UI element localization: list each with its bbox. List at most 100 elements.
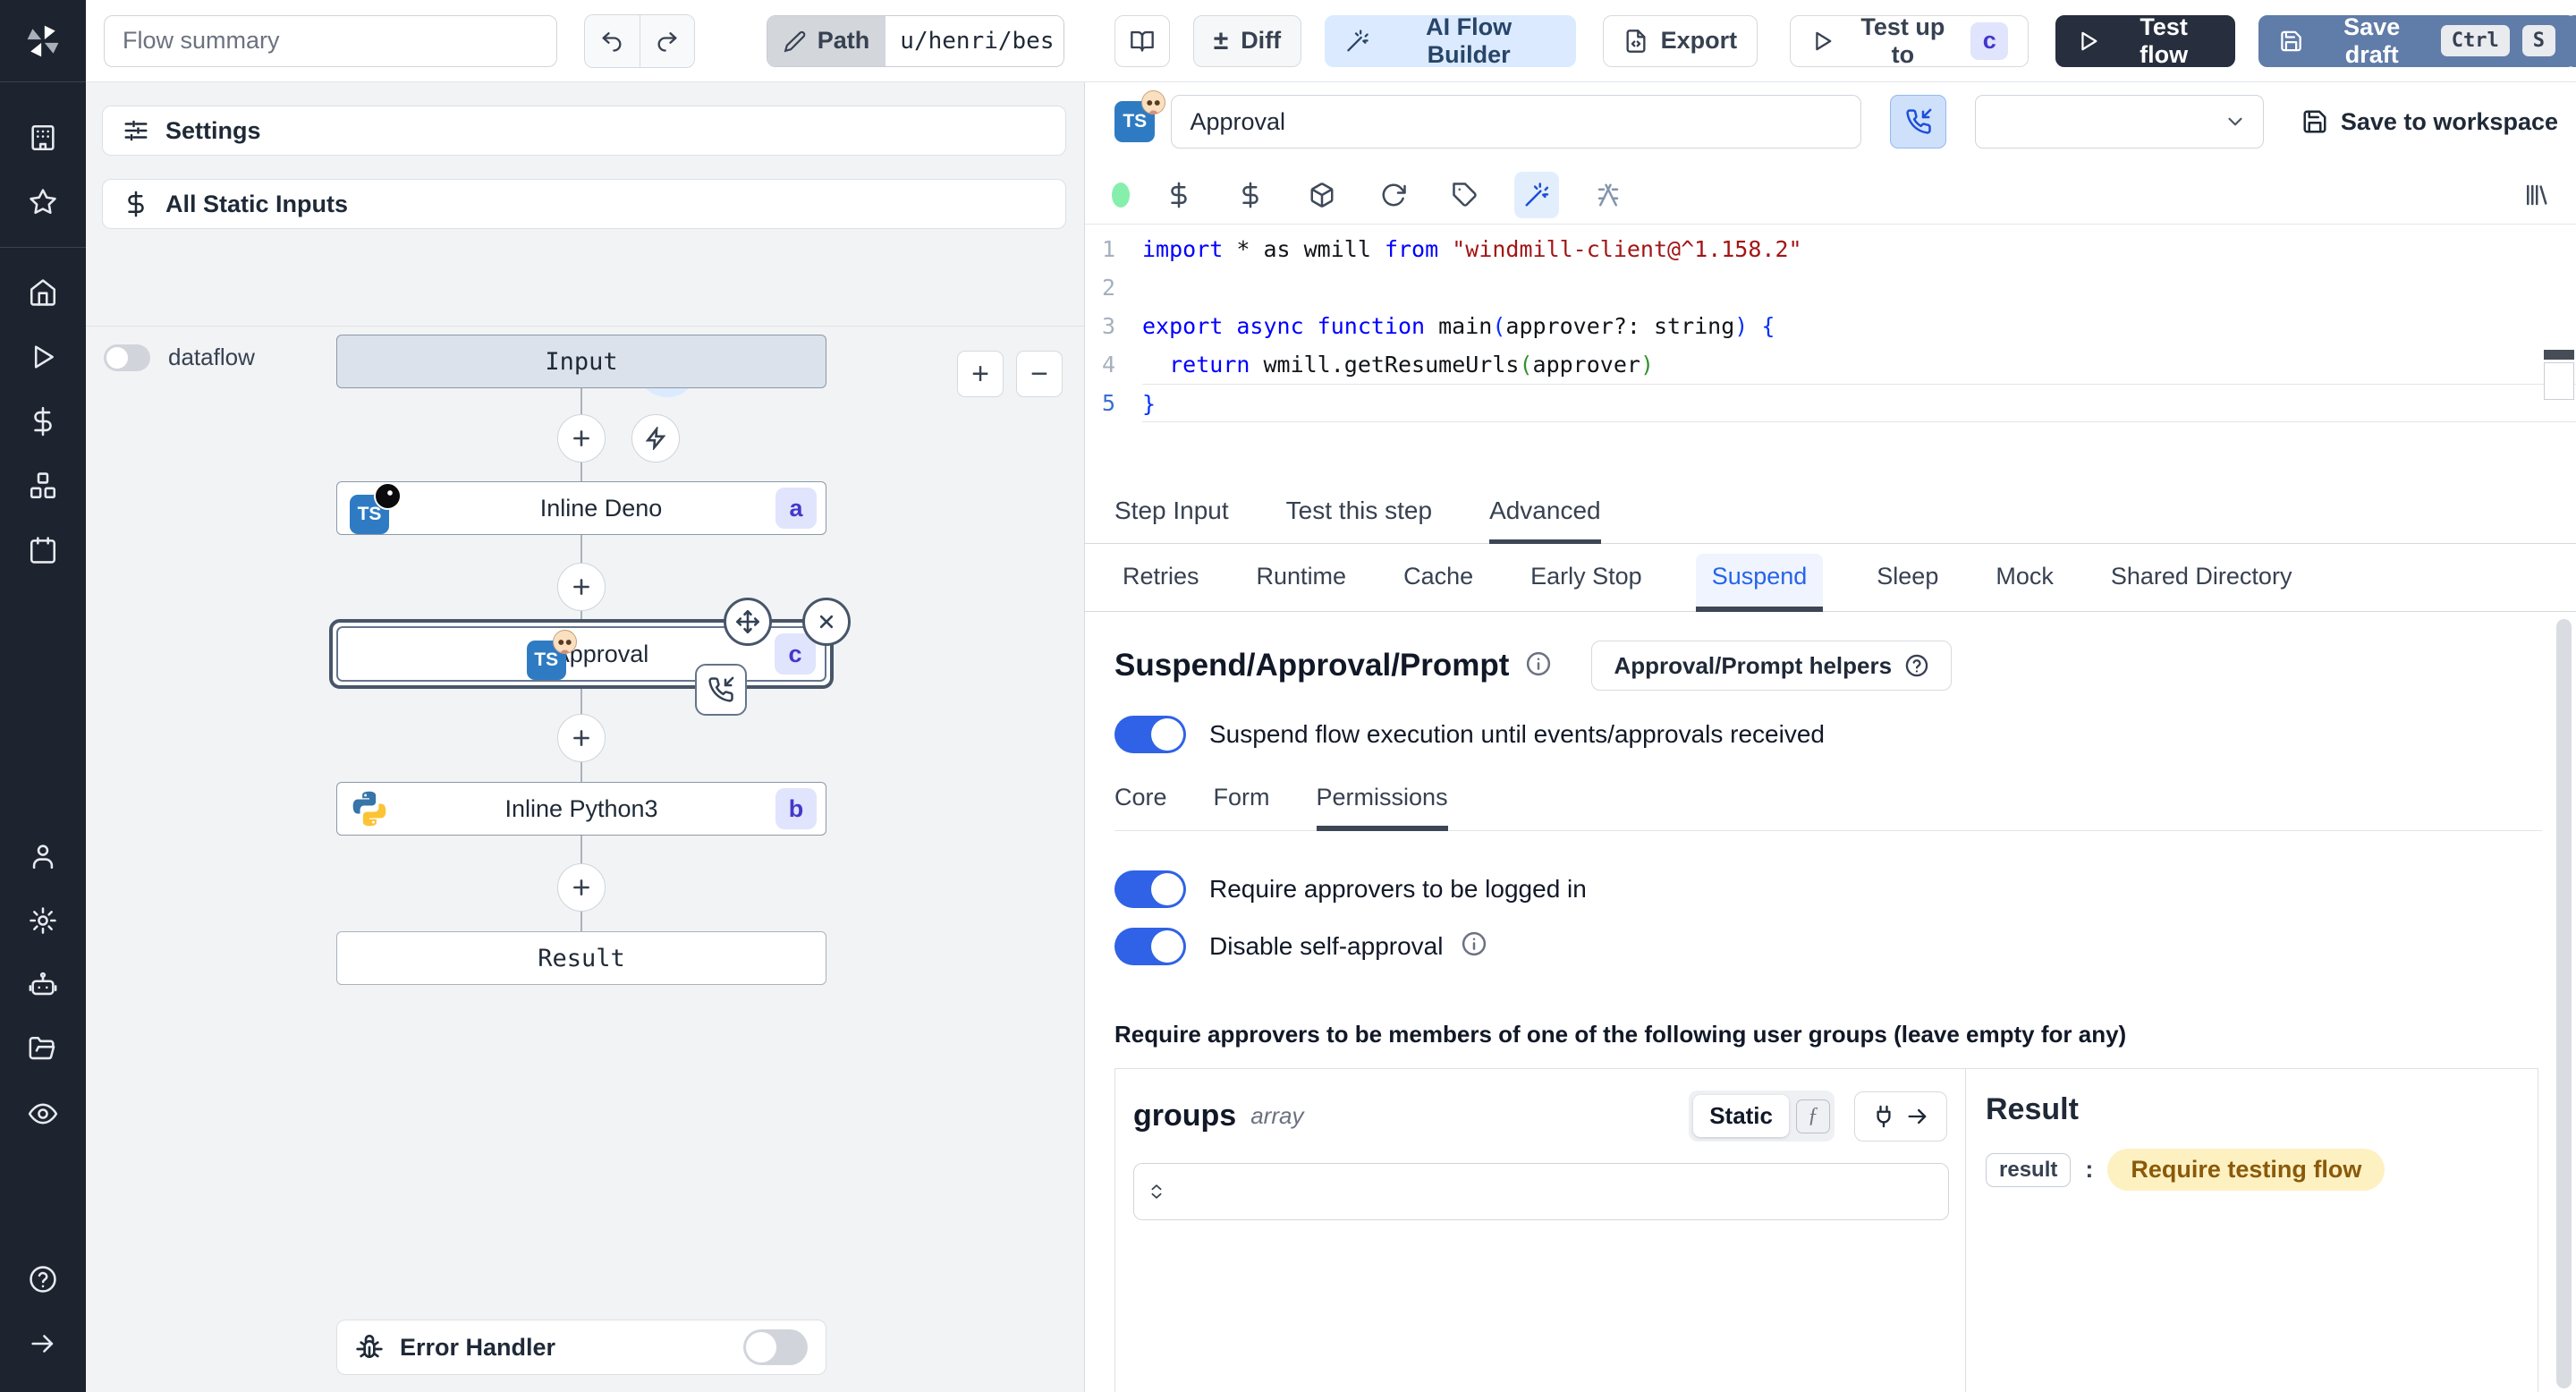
tab-form[interactable]: Form (1214, 784, 1270, 831)
dataflow-toggle[interactable] (104, 344, 150, 371)
zoom-in-button[interactable]: + (957, 351, 1004, 397)
add-step-button-3[interactable] (557, 714, 606, 762)
tab-test-this-step[interactable]: Test this step (1286, 497, 1432, 544)
flow-settings-button[interactable]: Settings (102, 106, 1066, 156)
plus-glyph: + (971, 356, 989, 391)
tab-permissions[interactable]: Permissions (1316, 784, 1448, 831)
panel-scrollbar[interactable] (2556, 619, 2572, 1388)
code-line[interactable]: 4 return wmill.getResumeUrls(approver) (1085, 345, 2576, 384)
flow-summary-input[interactable] (104, 14, 557, 67)
line-number: 3 (1101, 313, 1115, 339)
suspend-indicator-button[interactable] (1889, 95, 1947, 149)
sidebar-item-audit-logs[interactable] (0, 1082, 86, 1146)
test-up-to-button[interactable]: Test up to c (1790, 13, 2029, 68)
sidebar-item-workers[interactable] (0, 953, 86, 1017)
code-editor[interactable]: 1 import * as wmill from "windmill-client… (1085, 224, 2576, 492)
subtab-early-stop[interactable]: Early Stop (1527, 554, 1646, 612)
subtab-shared-directory[interactable]: Shared Directory (2107, 554, 2296, 612)
subtab-sleep[interactable]: Sleep (1873, 554, 1942, 612)
redo-icon (657, 31, 677, 52)
tab-advanced[interactable]: Advanced (1489, 497, 1601, 544)
add-step-button-2[interactable] (557, 563, 606, 611)
sidebar-item-users[interactable] (0, 824, 86, 888)
move-icon (736, 610, 759, 633)
tab-step-input[interactable]: Step Input (1114, 497, 1229, 544)
subtab-suspend[interactable]: Suspend (1695, 554, 1824, 612)
windmill-logo[interactable] (0, 0, 86, 82)
sidebar-item-folders[interactable] (0, 1017, 86, 1082)
path-group[interactable]: Path u/henri/bes (766, 14, 1064, 67)
redo-button[interactable] (639, 14, 694, 67)
deploy-button-partial[interactable] (2565, 15, 2576, 67)
resources-button[interactable] (1300, 172, 1344, 218)
reset-button[interactable] (1371, 172, 1416, 218)
docs-button[interactable] (1114, 14, 1170, 67)
subtab-cache[interactable]: Cache (1400, 554, 1477, 612)
groups-array-input[interactable] (1133, 1163, 1949, 1220)
sidebar-item-help[interactable] (0, 1247, 86, 1311)
error-handler-toggle[interactable] (743, 1329, 808, 1365)
sliders-icon (124, 120, 148, 141)
tab-core[interactable]: Core (1114, 784, 1167, 831)
sidebar-item-favorites[interactable] (0, 170, 86, 234)
zoom-out-button[interactable]: − (1016, 351, 1063, 397)
path-value[interactable]: u/henri/bes (886, 15, 1063, 66)
variables-button[interactable] (1157, 172, 1201, 218)
code-line[interactable]: 3 export async function main(approver?: s… (1085, 307, 2576, 345)
undo-button[interactable] (584, 14, 640, 67)
diff-button[interactable]: ± Diff (1192, 14, 1302, 67)
disable-self-approval-toggle[interactable] (1114, 928, 1186, 965)
test-flow-button[interactable]: Test flow (2055, 13, 2235, 68)
code-line[interactable]: 5} (1085, 384, 2576, 422)
sidebar-item-apps[interactable] (0, 106, 86, 170)
save-draft-button[interactable]: Save draft Ctrl S (2258, 13, 2576, 68)
sidebar-item-variables[interactable] (0, 389, 86, 454)
sidebar-item-schedules[interactable] (0, 518, 86, 582)
graph-node-result[interactable]: Result (336, 931, 826, 985)
all-static-inputs-button[interactable]: All Static Inputs (102, 179, 1066, 229)
connect-input-button[interactable] (1854, 1091, 1947, 1142)
subtab-mock[interactable]: Mock (1992, 554, 2057, 612)
add-step-button-4[interactable] (557, 863, 606, 912)
subtab-retries[interactable]: Retries (1119, 554, 1203, 612)
sidebar-item-settings[interactable] (0, 888, 86, 953)
library-button[interactable] (2513, 172, 2558, 218)
require-login-toggle[interactable] (1114, 870, 1186, 908)
contextual-variables-button[interactable] (1228, 172, 1273, 218)
code-line[interactable]: 1 import * as wmill from "windmill-client… (1085, 230, 2576, 268)
graph-node-inline-deno[interactable]: TS Inline Deno a (336, 481, 826, 535)
add-step-button-1[interactable] (557, 414, 606, 463)
sidebar-item-resources[interactable] (0, 454, 86, 518)
export-button[interactable]: Export (1602, 14, 1758, 67)
javascript-mode-button[interactable]: ƒ (1796, 1099, 1830, 1133)
editor-scrollbar-thumb[interactable] (2544, 350, 2574, 360)
static-mode-button[interactable]: Static (1693, 1095, 1789, 1137)
info-icon[interactable] (1525, 650, 1552, 682)
error-handler-card[interactable]: Error Handler (336, 1320, 826, 1375)
sidebar-item-home[interactable] (0, 260, 86, 325)
add-trigger-button[interactable] (631, 414, 680, 463)
info-icon[interactable] (1461, 930, 1487, 963)
graph-node-inline-python[interactable]: Inline Python3 b (336, 782, 826, 836)
tag-button[interactable] (1443, 172, 1487, 218)
step-name-input[interactable] (1171, 95, 1861, 149)
script-version-select[interactable] (1975, 95, 2264, 149)
sidebar-expand-button[interactable] (0, 1311, 86, 1376)
delete-step-button[interactable] (802, 598, 851, 646)
helpers-label: Approval/Prompt helpers (1614, 651, 1893, 679)
sidebar-item-runs[interactable] (0, 325, 86, 389)
code-line[interactable]: 2 (1085, 268, 2576, 307)
ai-assistant-button[interactable] (1514, 172, 1559, 218)
move-step-button[interactable] (724, 598, 772, 646)
save-to-workspace-button[interactable]: Save to workspace (2301, 108, 2558, 136)
path-button[interactable]: Path (767, 15, 886, 66)
result-key-chip[interactable]: result (1986, 1152, 2072, 1187)
approval-prompt-helpers-button[interactable]: Approval/Prompt helpers (1591, 641, 1953, 691)
step-editor-panel: TS Save to workspace (1084, 82, 2576, 1392)
ai-flow-builder-button[interactable]: AI Flow Builder (1325, 13, 1576, 68)
line-number: 2 (1101, 275, 1115, 301)
suspend-toggle[interactable] (1114, 716, 1186, 753)
graph-node-input[interactable]: Input (336, 335, 826, 388)
ai-fix-button[interactable] (1586, 172, 1631, 218)
subtab-runtime[interactable]: Runtime (1253, 554, 1351, 612)
